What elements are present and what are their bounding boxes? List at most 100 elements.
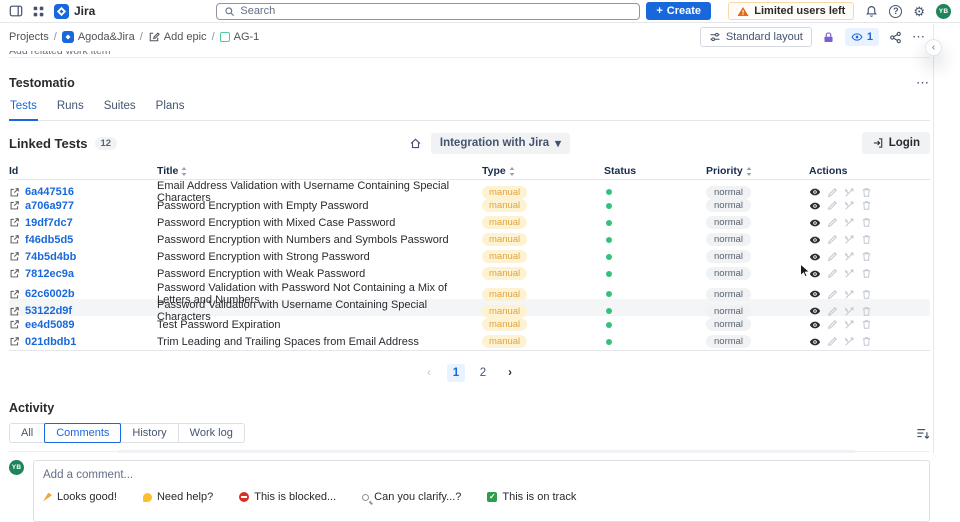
column-header-title[interactable]: Title bbox=[157, 165, 482, 177]
run-test-icon[interactable] bbox=[844, 319, 855, 330]
view-test-eye-icon[interactable] bbox=[809, 201, 821, 211]
run-test-icon[interactable] bbox=[844, 268, 855, 279]
quick-reply-on-track[interactable]: ✓ This is on track bbox=[487, 491, 576, 503]
lock-icon[interactable] bbox=[822, 31, 835, 44]
pagination-page-2[interactable]: 2 bbox=[474, 364, 492, 382]
edit-pencil-icon[interactable] bbox=[827, 187, 838, 198]
test-id-link[interactable]: ee4d5089 bbox=[25, 319, 75, 331]
column-header-priority[interactable]: Priority bbox=[706, 165, 809, 177]
table-row[interactable]: ee4d5089 Test Password Expiration manual… bbox=[9, 316, 930, 333]
limited-users-warning-button[interactable]: Limited users left bbox=[728, 2, 855, 20]
test-id-link[interactable]: 021dbdb1 bbox=[25, 336, 76, 348]
activity-sort-icon[interactable] bbox=[916, 427, 930, 440]
quick-reply-clarify[interactable]: Can you clarify...? bbox=[362, 491, 461, 503]
edit-pencil-icon[interactable] bbox=[827, 268, 838, 279]
tab-tests[interactable]: Tests bbox=[9, 100, 38, 121]
edit-pencil-icon[interactable] bbox=[827, 319, 838, 330]
test-id-link[interactable]: 74b5d4bb bbox=[25, 251, 76, 263]
app-switcher-icon[interactable] bbox=[32, 5, 45, 18]
delete-trash-icon[interactable] bbox=[861, 217, 872, 228]
test-id-link[interactable]: a706a977 bbox=[25, 200, 74, 212]
pagination-prev-icon[interactable]: ‹ bbox=[420, 364, 438, 382]
run-test-icon[interactable] bbox=[844, 234, 855, 245]
view-test-eye-icon[interactable] bbox=[809, 289, 821, 299]
edit-pencil-icon[interactable] bbox=[827, 251, 838, 262]
search-input[interactable]: Search bbox=[216, 2, 641, 20]
notifications-bell-icon[interactable] bbox=[865, 5, 878, 18]
view-test-eye-icon[interactable] bbox=[809, 187, 821, 197]
help-icon[interactable]: ? bbox=[889, 4, 903, 18]
issue-more-icon[interactable]: ⋯ bbox=[912, 29, 926, 45]
view-test-eye-icon[interactable] bbox=[809, 218, 821, 228]
view-test-eye-icon[interactable] bbox=[809, 235, 821, 245]
edit-pencil-icon[interactable] bbox=[827, 336, 838, 347]
activity-tab-comments[interactable]: Comments bbox=[44, 423, 122, 443]
edit-pencil-icon[interactable] bbox=[827, 289, 838, 300]
standard-layout-button[interactable]: Standard layout bbox=[699, 27, 812, 47]
column-header-id[interactable]: Id bbox=[9, 165, 157, 177]
comment-placeholder[interactable]: Add a comment... bbox=[43, 469, 920, 481]
table-row[interactable]: f46db5d5 Password Encryption with Number… bbox=[9, 231, 930, 248]
user-avatar[interactable]: YB bbox=[936, 3, 951, 19]
test-id-link[interactable]: 6a447516 bbox=[25, 186, 74, 198]
jira-logo[interactable]: Jira bbox=[54, 3, 95, 19]
table-row[interactable]: 74b5d4bb Password Encryption with Strong… bbox=[9, 248, 930, 265]
delete-trash-icon[interactable] bbox=[861, 200, 872, 211]
run-test-icon[interactable] bbox=[844, 306, 855, 317]
run-test-icon[interactable] bbox=[844, 187, 855, 198]
activity-tab-worklog[interactable]: Work log bbox=[177, 423, 245, 443]
table-row[interactable]: 19df7dc7 Password Encryption with Mixed … bbox=[9, 214, 930, 231]
test-id-link[interactable]: 62c6002b bbox=[25, 288, 75, 300]
quick-reply-looks-good[interactable]: Looks good! bbox=[43, 491, 117, 503]
table-row[interactable]: a706a977 Password Encryption with Empty … bbox=[9, 197, 930, 214]
delete-trash-icon[interactable] bbox=[861, 306, 872, 317]
column-header-type[interactable]: Type bbox=[482, 165, 604, 177]
pagination-page-1[interactable]: 1 bbox=[447, 364, 465, 382]
run-test-icon[interactable] bbox=[844, 217, 855, 228]
quick-reply-need-help[interactable]: Need help? bbox=[142, 491, 213, 503]
view-test-eye-icon[interactable] bbox=[809, 269, 821, 279]
run-test-icon[interactable] bbox=[844, 336, 855, 347]
delete-trash-icon[interactable] bbox=[861, 289, 872, 300]
comment-editor[interactable]: Add a comment... Looks good! Need help? … bbox=[33, 460, 930, 522]
edit-pencil-icon[interactable] bbox=[827, 200, 838, 211]
table-row[interactable]: 53122d9f Password Validation with Userna… bbox=[9, 299, 930, 323]
pagination-next-icon[interactable]: › bbox=[501, 364, 519, 382]
settings-gear-icon[interactable]: ⚙ bbox=[913, 5, 925, 18]
activity-tab-history[interactable]: History bbox=[120, 423, 179, 443]
testomatio-more-icon[interactable]: ⋯ bbox=[916, 75, 930, 91]
activity-tab-all[interactable]: All bbox=[9, 423, 46, 443]
test-id-link[interactable]: 7812ec9a bbox=[25, 268, 74, 280]
collapse-panel-chevron-icon[interactable]: ‹ bbox=[925, 39, 942, 56]
run-test-icon[interactable] bbox=[844, 251, 855, 262]
tab-runs[interactable]: Runs bbox=[56, 100, 85, 120]
test-id-link[interactable]: 53122d9f bbox=[25, 305, 72, 317]
edit-pencil-icon[interactable] bbox=[827, 306, 838, 317]
view-test-eye-icon[interactable] bbox=[809, 306, 821, 316]
delete-trash-icon[interactable] bbox=[861, 234, 872, 245]
delete-trash-icon[interactable] bbox=[861, 319, 872, 330]
tab-plans[interactable]: Plans bbox=[155, 100, 186, 120]
breadcrumb-projects[interactable]: Projects bbox=[9, 31, 49, 43]
breadcrumb-issue-key[interactable]: AG-1 bbox=[219, 31, 259, 43]
breadcrumb-project[interactable]: Agoda&Jira bbox=[61, 31, 135, 43]
run-test-icon[interactable] bbox=[844, 289, 855, 300]
view-test-eye-icon[interactable] bbox=[809, 252, 821, 262]
add-related-work-item-button[interactable]: Add related work item bbox=[9, 51, 930, 58]
table-row[interactable]: 7812ec9a Password Encryption with Weak P… bbox=[9, 265, 930, 282]
sidebar-toggle-icon[interactable] bbox=[9, 4, 23, 18]
share-icon[interactable] bbox=[889, 31, 902, 44]
watchers-button[interactable]: 1 bbox=[844, 28, 879, 46]
test-id-link[interactable]: 19df7dc7 bbox=[25, 217, 73, 229]
breadcrumb-add-epic[interactable]: Add epic bbox=[148, 31, 207, 43]
table-row[interactable]: 6a447516 Email Address Validation with U… bbox=[9, 180, 930, 204]
column-header-status[interactable]: Status bbox=[604, 165, 706, 177]
delete-trash-icon[interactable] bbox=[861, 251, 872, 262]
view-test-eye-icon[interactable] bbox=[809, 320, 821, 330]
quick-reply-blocked[interactable]: This is blocked... bbox=[239, 491, 336, 503]
view-test-eye-icon[interactable] bbox=[809, 337, 821, 347]
table-row[interactable]: 021dbdb1 Trim Leading and Trailing Space… bbox=[9, 333, 930, 350]
project-selector-dropdown[interactable]: Integration with Jira ▾ bbox=[430, 132, 570, 154]
test-id-link[interactable]: f46db5d5 bbox=[25, 234, 73, 246]
home-icon[interactable] bbox=[409, 137, 422, 150]
